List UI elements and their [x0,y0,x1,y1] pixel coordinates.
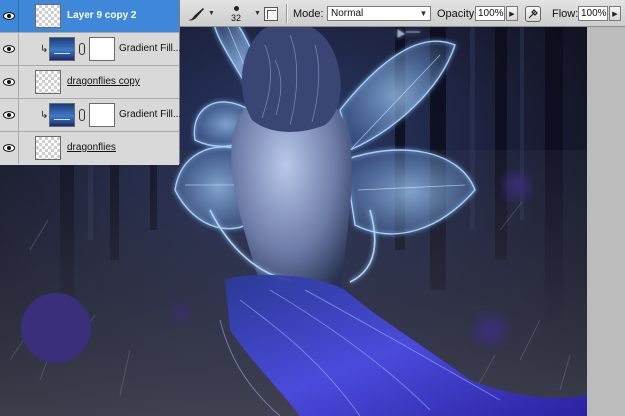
brush-size-value: 32 [230,12,241,23]
brush-size-picker[interactable]: 32 [226,0,246,27]
brush-size-dropdown[interactable]: ▼ [252,0,261,27]
eye-icon [3,45,15,53]
layer-row[interactable]: Layer 9 copy 2 [0,0,179,33]
eye-icon [3,12,15,20]
airbrush-toggle-button[interactable] [525,0,541,27]
layer-name[interactable]: Gradient Fill... [119,109,181,120]
link-icon[interactable] [79,43,85,55]
chevron-down-icon: ▼ [254,10,261,17]
layer-mask-thumbnail[interactable] [89,103,115,127]
layer-row[interactable]: dragonflies copy [0,66,179,99]
eye-icon [3,78,15,86]
layer-row[interactable]: dragonflies [0,132,179,165]
chevron-right-icon: ▶ [612,10,618,18]
visibility-toggle[interactable] [0,33,19,65]
brush-tip-icon [233,5,239,11]
canvas-pasteboard [587,27,625,416]
blend-mode-value: Normal [331,8,364,19]
opacity-label: Opacity: [437,7,478,20]
visibility-toggle[interactable] [0,0,19,32]
layer-row[interactable]: ↳ Gradient Fill... [0,99,181,132]
layer-name[interactable]: Layer 9 copy 2 [67,10,136,21]
layer-name[interactable]: dragonflies copy [67,76,140,87]
flow-input[interactable]: 100% [578,6,608,21]
eye-icon [3,111,15,119]
layer-name[interactable]: dragonflies [67,142,116,153]
visibility-toggle[interactable] [0,132,19,164]
opacity-slider-button[interactable]: ▶ [506,6,518,21]
clipping-mask-icon: ↳ [40,110,49,121]
layer-mask-thumbnail[interactable] [89,37,115,61]
layer-thumbnail[interactable] [35,136,61,160]
visibility-toggle[interactable] [0,99,19,131]
brush-icon [186,6,206,22]
brush-panel-toggle-icon [264,6,278,21]
layer-thumbnail[interactable] [35,70,61,94]
toggle-brush-panel-button[interactable] [264,0,278,27]
layer-thumbnail[interactable] [35,4,61,28]
airbrush-icon [525,5,541,22]
flow-label: Flow: [552,7,579,20]
clipping-mask-icon: ↳ [40,44,49,55]
tool-options-bar: ▼ 32 ▼ Mode: Normal ▼ Opacity: 100% ▶ Fl… [180,0,625,27]
blend-mode-select[interactable]: Normal ▼ [327,6,431,21]
layers-panel: Layer 9 copy 2 ↳ Gradient Fill... dragon… [0,0,181,165]
gradient-fill-thumbnail[interactable] [49,103,75,127]
eye-icon [3,144,15,152]
gradient-fill-thumbnail[interactable] [49,37,75,61]
visibility-toggle[interactable] [0,66,19,98]
mode-label: Mode: [293,7,324,20]
flow-slider-button[interactable]: ▶ [609,6,621,21]
chevron-down-icon: ▼ [419,9,428,18]
layer-name[interactable]: Gradient Fill... [119,43,181,54]
layer-row[interactable]: ↳ Gradient Fill... [0,33,181,66]
chevron-down-icon: ▼ [208,10,215,17]
toolbar-separator [286,4,287,23]
opacity-input[interactable]: 100% [475,6,505,21]
link-icon[interactable] [79,109,85,121]
tool-preset-picker[interactable]: ▼ [186,0,215,27]
chevron-right-icon: ▶ [509,10,515,18]
